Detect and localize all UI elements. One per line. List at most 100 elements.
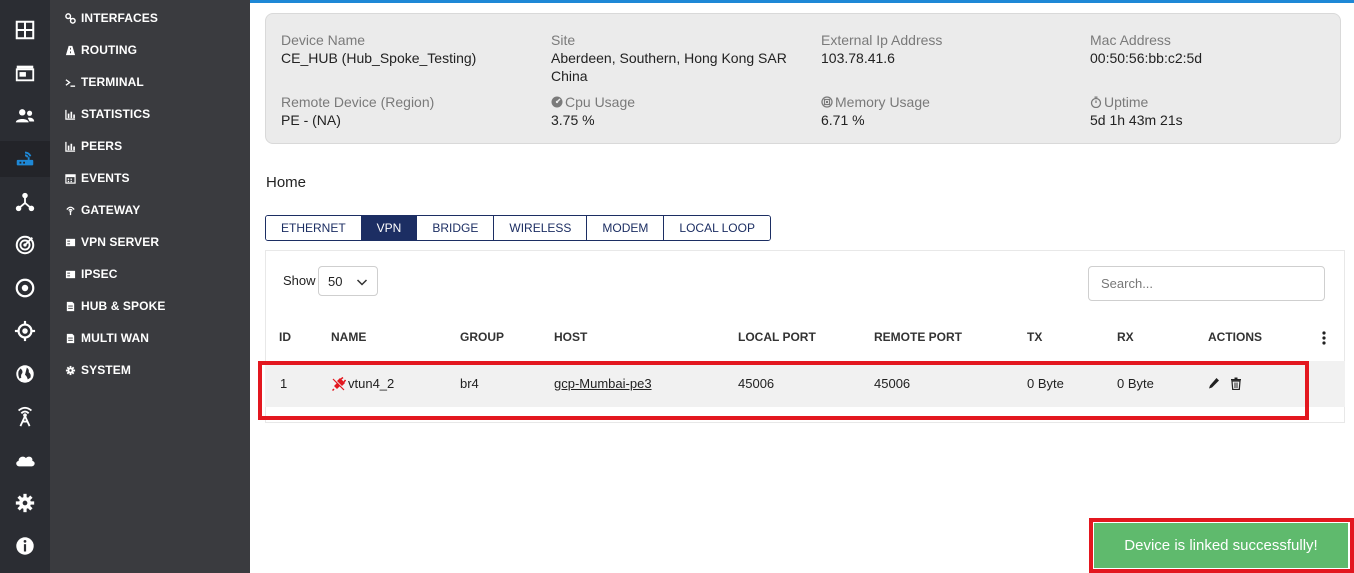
site-field: Site Aberdeen, Southern, Hong Kong SAR C… (551, 31, 787, 85)
menu-item-terminal[interactable]: TERMINAL (64, 72, 144, 92)
tab-vpn[interactable]: VPN (361, 216, 418, 240)
radar-icon[interactable] (0, 227, 50, 263)
uptime-value: 5d 1h 43m 21s (1090, 112, 1183, 128)
menu-item-events[interactable]: EVENTS (64, 168, 130, 188)
external-ip-label: External Ip Address (821, 32, 943, 48)
cloud-icon[interactable] (0, 442, 50, 478)
server-icon (64, 268, 76, 280)
menu-item-routing[interactable]: ROUTING (64, 40, 137, 60)
menu-item-label: HUB & SPOKE (81, 299, 166, 313)
users-icon[interactable] (0, 98, 50, 134)
interface-tabs: ETHERNET VPN BRIDGE WIRELESS MODEM LOCAL… (265, 215, 771, 241)
side-menu: INTERFACES ROUTING TERMINAL STATISTICS P… (50, 0, 250, 573)
menu-item-peers[interactable]: PEERS (64, 136, 122, 156)
device-name-value: CE_HUB (Hub_Spoke_Testing) (281, 50, 477, 66)
remote-device-value: PE - (NA) (281, 112, 341, 128)
menu-item-interfaces[interactable]: INTERFACES (64, 8, 158, 28)
menu-item-hub-spoke[interactable]: HUB & SPOKE (64, 296, 165, 316)
column-header-actions: ACTIONS (1208, 330, 1262, 344)
column-header-host[interactable]: HOST (554, 330, 587, 344)
column-header-remote-port[interactable]: REMOTE PORT (874, 330, 962, 344)
menu-item-label: EVENTS (81, 171, 130, 185)
tab-ethernet[interactable]: ETHERNET (266, 216, 362, 240)
memory-usage-field: Memory Usage 6.71 % (821, 93, 930, 129)
menu-item-statistics[interactable]: STATISTICS (64, 104, 150, 124)
menu-item-label: ROUTING (81, 43, 138, 57)
column-header-local-port[interactable]: LOCAL PORT (738, 330, 816, 344)
menu-item-label: IPSEC (81, 267, 118, 281)
chevron-down-icon (356, 279, 368, 286)
menu-item-label: MULTI WAN (81, 331, 149, 345)
top-accent-line (250, 0, 1354, 3)
show-entries-label: Show (283, 273, 316, 288)
calendar-icon (64, 172, 76, 184)
menu-item-label: SYSTEM (81, 363, 131, 377)
tab-modem[interactable]: MODEM (587, 216, 665, 240)
broadcast-icon (64, 204, 76, 216)
store-icon[interactable] (0, 55, 50, 91)
menu-item-multi-wan[interactable]: MULTI WAN (64, 328, 149, 348)
remote-device-label: Remote Device (Region) (281, 94, 435, 110)
cpu-usage-field: Cpu Usage 3.75 % (551, 93, 635, 129)
globe-icon[interactable] (0, 356, 50, 392)
cpu-usage-label: Cpu Usage (565, 94, 636, 110)
gauge-icon (551, 96, 563, 108)
menu-item-vpn-server[interactable]: VPN SERVER (64, 232, 159, 252)
uptime-field: Uptime 5d 1h 43m 21s (1090, 93, 1183, 129)
memory-usage-value: 6.71 % (821, 112, 865, 128)
menu-item-system[interactable]: SYSTEM (64, 360, 131, 380)
bar-chart-icon (64, 108, 76, 120)
road-icon (64, 44, 76, 56)
target-icon[interactable] (0, 270, 50, 306)
column-header-id[interactable]: ID (279, 330, 291, 344)
memory-usage-label-row: Memory Usage (821, 93, 930, 111)
column-header-group[interactable]: GROUP (460, 330, 504, 344)
settings-icon[interactable] (0, 485, 50, 521)
page-size-value: 50 (328, 273, 343, 289)
bar-chart-icon (64, 140, 76, 152)
icon-rail (0, 0, 50, 573)
stopwatch-icon (1090, 96, 1102, 108)
menu-item-label: VPN SERVER (81, 235, 160, 249)
tab-wireless[interactable]: WIRELESS (494, 216, 588, 240)
mac-address-value: 00:50:56:bb:c2:5d (1090, 50, 1203, 66)
search-input[interactable] (1088, 266, 1325, 301)
document-icon (64, 300, 76, 312)
router-icon[interactable] (0, 141, 50, 177)
page-size-select[interactable]: 50 (318, 266, 378, 296)
device-name-field: Device Name CE_HUB (Hub_Spoke_Testing) (281, 31, 476, 67)
antenna-icon[interactable] (0, 399, 50, 435)
row-highlight-box (258, 361, 1309, 420)
document-icon (64, 332, 76, 344)
menu-item-gateway[interactable]: GATEWAY (64, 200, 140, 220)
column-header-name[interactable]: NAME (331, 330, 366, 344)
mac-address-field: Mac Address 00:50:56:bb:c2:5d (1090, 31, 1202, 67)
dashboard-icon[interactable] (0, 12, 50, 48)
site-value-line2: China (551, 68, 588, 84)
menu-item-ipsec[interactable]: IPSEC (64, 264, 118, 284)
breadcrumb[interactable]: Home (266, 174, 306, 191)
tab-local-loop[interactable]: LOCAL LOOP (664, 216, 770, 240)
uptime-label: Uptime (1104, 94, 1149, 110)
column-menu-kebab-icon[interactable] (1320, 331, 1328, 345)
memory-chip-icon (821, 96, 833, 108)
tab-bridge[interactable]: BRIDGE (417, 216, 495, 240)
mac-address-label: Mac Address (1090, 32, 1171, 48)
crosshair-icon[interactable] (0, 313, 50, 349)
remote-device-field: Remote Device (Region) PE - (NA) (281, 93, 434, 129)
external-ip-field: External Ip Address 103.78.41.6 (821, 31, 942, 67)
gear-icon (64, 364, 76, 376)
site-value-line1: Aberdeen, Southern, Hong Kong SAR (551, 50, 787, 66)
column-header-tx[interactable]: TX (1027, 330, 1042, 344)
cpu-usage-value: 3.75 % (551, 112, 595, 128)
toast-highlight-box (1089, 518, 1354, 573)
link-icon (64, 12, 76, 24)
terminal-icon (64, 76, 76, 88)
menu-item-label: GATEWAY (81, 203, 141, 217)
topology-icon[interactable] (0, 184, 50, 220)
cpu-usage-label-row: Cpu Usage (551, 93, 635, 111)
uptime-label-row: Uptime (1090, 93, 1183, 111)
info-icon[interactable] (0, 528, 50, 564)
column-header-rx[interactable]: RX (1117, 330, 1134, 344)
external-ip-value: 103.78.41.6 (821, 50, 895, 66)
